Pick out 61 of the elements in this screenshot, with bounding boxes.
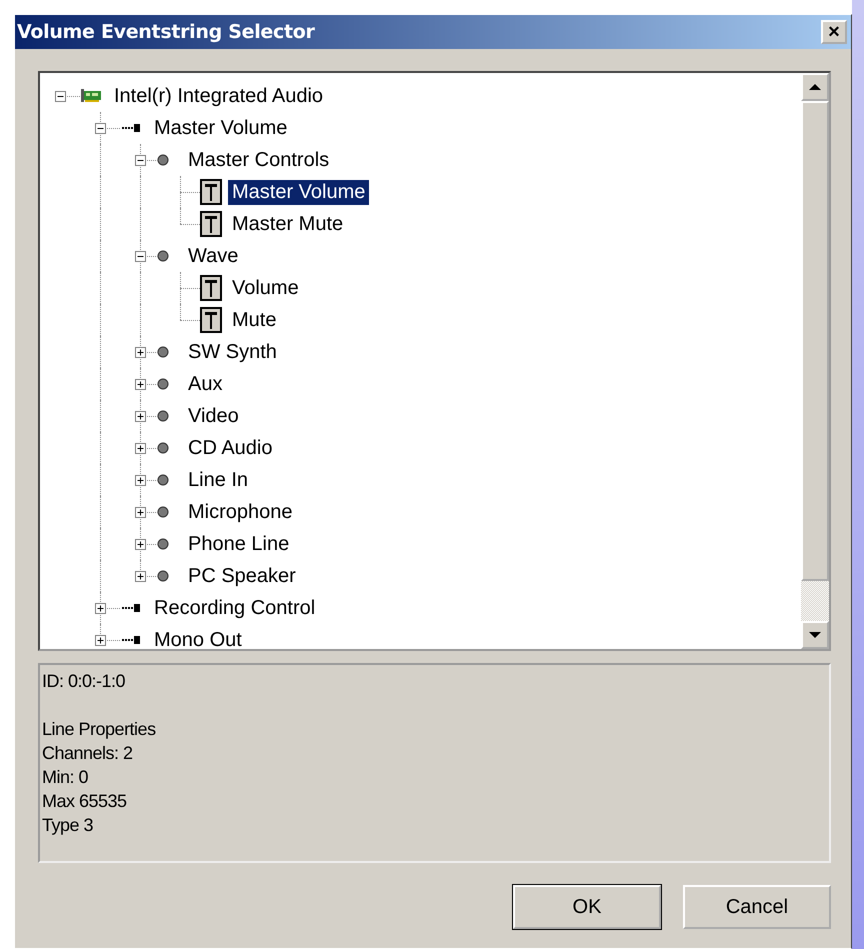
window-title: Volume Eventstring Selector <box>17 21 315 43</box>
dialog-button[interactable]: OK <box>513 885 661 929</box>
expander-icon[interactable] <box>134 250 146 262</box>
slider-icon <box>200 179 222 205</box>
tree-item[interactable]: SW Synth <box>184 340 281 364</box>
slider-icon <box>200 307 222 333</box>
dot-icon <box>156 441 170 455</box>
expander-icon[interactable] <box>54 90 66 102</box>
expander-icon[interactable] <box>134 506 146 518</box>
dot-icon <box>156 249 170 263</box>
tree-item[interactable]: Phone Line <box>184 532 294 556</box>
info-text: Type 3 <box>42 814 94 837</box>
info-text: Max 65535 <box>42 790 128 813</box>
expander-icon[interactable] <box>94 602 106 614</box>
scroll-up-button[interactable] <box>801 73 829 101</box>
tree-item[interactable]: Master Controls <box>184 148 334 172</box>
info-text: ID: 0:0:-1:0 <box>42 670 126 693</box>
tree-item[interactable]: Volume <box>228 276 303 300</box>
expander-icon[interactable] <box>134 538 146 550</box>
tree-item[interactable]: Intel(r) Integrated Audio <box>110 84 328 108</box>
tree-item[interactable]: Microphone <box>184 500 297 524</box>
expander-icon[interactable] <box>134 154 146 166</box>
dot-icon <box>156 473 170 487</box>
tree-item[interactable]: Mono Out <box>150 628 246 649</box>
tree-item[interactable]: PC Speaker <box>184 564 300 588</box>
tree-item[interactable]: Master Volume <box>228 180 370 204</box>
tree-item[interactable]: Master Mute <box>228 212 348 236</box>
tree-item[interactable]: Aux <box>184 372 226 396</box>
dot-icon <box>156 345 170 359</box>
dot-icon <box>156 377 170 391</box>
info-text: Channels: 2 <box>42 742 134 765</box>
tree-item[interactable]: Wave <box>184 244 242 268</box>
scroll-down-button[interactable] <box>801 621 829 649</box>
expander-icon[interactable] <box>134 570 146 582</box>
slider-icon <box>200 275 222 301</box>
sound-card-icon <box>80 88 104 104</box>
close-button[interactable]: × <box>821 20 847 44</box>
dialog-button[interactable]: Cancel <box>683 885 831 929</box>
tree-item[interactable]: Line In <box>184 468 252 492</box>
tree-item[interactable]: Mute <box>228 308 280 332</box>
scroll-thumb[interactable] <box>801 101 829 581</box>
expander-icon[interactable] <box>134 346 146 358</box>
dot-icon <box>156 153 170 167</box>
expander-icon[interactable] <box>134 410 146 422</box>
expander-icon[interactable] <box>134 474 146 486</box>
tree-item[interactable]: Video <box>184 404 243 428</box>
dot-icon <box>156 537 170 551</box>
dot-icon <box>156 409 170 423</box>
tree-item[interactable]: CD Audio <box>184 436 276 460</box>
expander-icon[interactable] <box>94 634 106 646</box>
scrollbar[interactable] <box>801 73 829 649</box>
dot-icon <box>156 505 170 519</box>
expander-icon[interactable] <box>134 378 146 390</box>
expander-icon[interactable] <box>94 122 106 134</box>
info-text: Min: 0 <box>42 766 90 789</box>
tree-item[interactable]: Recording Control <box>150 596 320 620</box>
expander-icon[interactable] <box>134 442 146 454</box>
info-heading: Line Properties <box>42 718 157 741</box>
slider-icon <box>200 211 222 237</box>
tree-item[interactable]: Master Volume <box>150 116 292 140</box>
dot-icon <box>156 569 170 583</box>
